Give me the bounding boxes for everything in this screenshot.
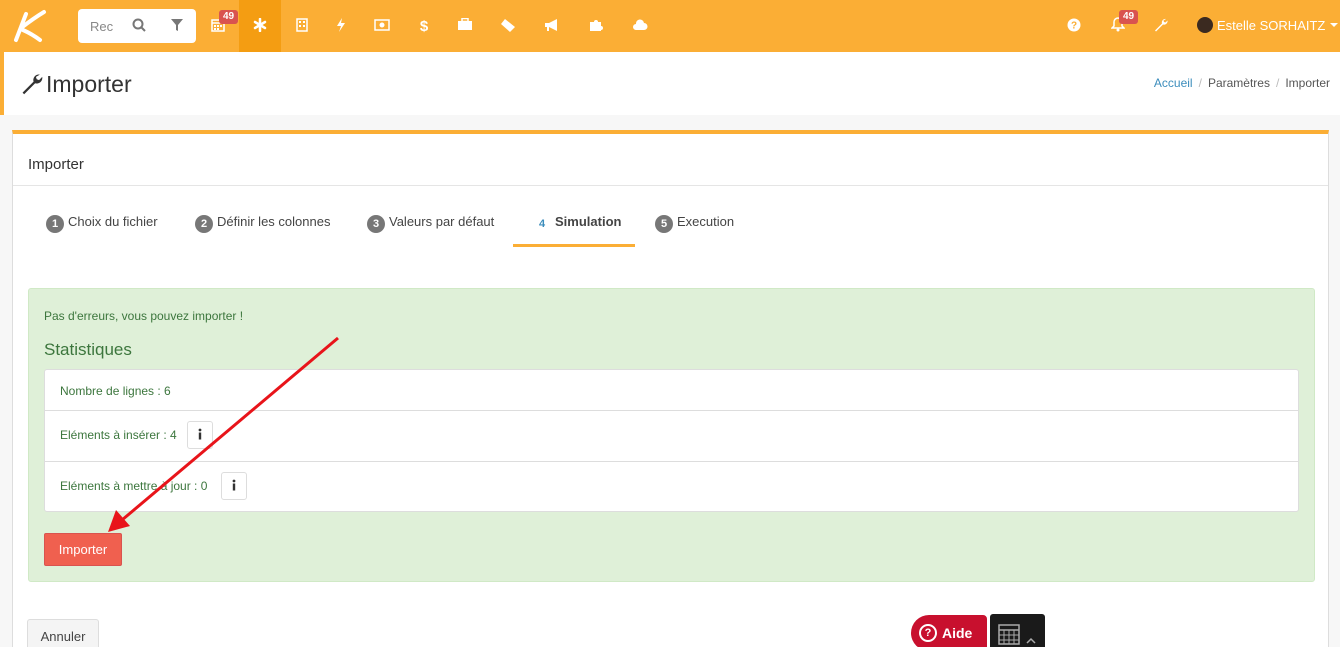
user-name: Estelle SORHAITZ	[1217, 17, 1326, 33]
tab-simulation[interactable]: 4 Simulation	[533, 214, 622, 244]
nav-finance[interactable]: $	[403, 0, 445, 52]
breadcrumb-current: Importer	[1285, 76, 1330, 90]
breadcrumb-separator: /	[1275, 76, 1280, 90]
ticket-icon	[500, 18, 516, 35]
tab-label: Choix du fichier	[68, 214, 158, 229]
nav-calendar[interactable]: 49	[197, 0, 239, 52]
chevron-down-icon	[1330, 23, 1339, 27]
question-icon: ?	[919, 624, 937, 642]
stat-line-count: Nombre de lignes : 6	[60, 384, 171, 398]
calendar-widget-button[interactable]	[990, 614, 1045, 647]
step-number: 4	[538, 218, 546, 230]
insert-info-button[interactable]	[187, 421, 213, 449]
top-navbar: Rec 49 $ ? 49 Estelle SORHAITZ	[0, 0, 1340, 52]
bolt-icon	[336, 17, 346, 35]
question-icon: ?	[1067, 18, 1081, 35]
stats-list: Nombre de lignes : 6 Eléments à insérer …	[44, 369, 1299, 512]
step-number: 5	[655, 215, 673, 233]
tab-definir-les-colonnes[interactable]: 2 Définir les colonnes	[195, 214, 330, 244]
briefcase-icon	[457, 17, 473, 34]
search-input[interactable]: Rec	[90, 19, 113, 34]
bullhorn-icon	[544, 18, 560, 35]
page-header: Importer Accueil / Paramètres / Importer	[0, 52, 1340, 115]
info-icon	[231, 479, 237, 494]
money-icon	[374, 18, 390, 34]
tab-label: Valeurs par défaut	[389, 214, 495, 229]
puzzle-icon	[589, 18, 603, 35]
stat-insert-count: Eléments à insérer : 4	[60, 428, 177, 442]
search-box[interactable]: Rec	[78, 9, 196, 43]
search-icon[interactable]	[132, 18, 146, 35]
help-label: Aide	[942, 625, 973, 641]
tab-label: Execution	[677, 214, 735, 229]
divider	[13, 185, 1328, 186]
dollar-icon: $	[419, 17, 429, 35]
nav-activity[interactable]	[320, 0, 362, 52]
svg-text:?: ?	[1071, 20, 1077, 31]
breadcrumb: Accueil / Paramètres / Importer	[1154, 76, 1330, 90]
wrench-icon	[1154, 18, 1168, 35]
nav-settings[interactable]	[239, 0, 281, 52]
chevron-up-icon	[1026, 632, 1036, 647]
import-panel: Importer 1 Choix du fichier 2 Définir le…	[12, 130, 1329, 647]
notifications-badge: 49	[1119, 10, 1139, 24]
breadcrumb-separator: /	[1198, 76, 1202, 90]
calendar-icon	[998, 622, 1020, 647]
building-icon	[296, 17, 308, 35]
help-button[interactable]: ? Aide	[911, 615, 987, 647]
user-menu[interactable]: Estelle SORHAITZ	[1197, 17, 1339, 33]
step-number: 1	[46, 215, 64, 233]
update-info-button[interactable]	[221, 472, 247, 500]
tab-valeurs-par-defaut[interactable]: 3 Valeurs par défaut	[367, 214, 494, 244]
nav-campaigns[interactable]	[531, 0, 573, 52]
list-item: Nombre de lignes : 6	[45, 370, 1298, 411]
breadcrumb-home[interactable]: Accueil	[1154, 76, 1193, 90]
stats-heading: Statistiques	[44, 340, 132, 359]
nav-tools[interactable]	[1140, 0, 1182, 52]
cancel-button[interactable]: Annuler	[27, 619, 99, 647]
avatar	[1197, 17, 1213, 33]
info-icon	[197, 428, 203, 443]
step-number: 2	[195, 215, 213, 233]
tab-label: Simulation	[555, 214, 622, 229]
nav-projects[interactable]	[444, 0, 486, 52]
nav-help[interactable]: ?	[1053, 0, 1095, 52]
app-logo[interactable]	[10, 8, 50, 44]
tab-label: Définir les colonnes	[217, 214, 331, 229]
tab-choix-du-fichier[interactable]: 1 Choix du fichier	[46, 214, 158, 244]
step-number: 3	[367, 215, 385, 233]
nav-cloud[interactable]	[619, 0, 661, 52]
filter-icon[interactable]	[170, 18, 184, 35]
nav-notifications[interactable]: 49	[1097, 0, 1139, 52]
alert-message: Pas d'erreurs, vous pouvez importer !	[44, 309, 244, 323]
cloud-icon	[632, 18, 648, 34]
panel-title: Importer	[28, 156, 84, 173]
list-item: Eléments à insérer : 4	[45, 411, 1298, 462]
wrench-icon	[21, 73, 43, 98]
tab-execution[interactable]: 5 Execution	[655, 214, 734, 244]
asterisk-icon	[253, 17, 267, 35]
success-alert: Pas d'erreurs, vous pouvez importer ! St…	[28, 288, 1315, 582]
active-tab-indicator	[513, 244, 635, 247]
nav-tickets[interactable]	[487, 0, 529, 52]
stat-update-count: Eléments à mettre à jour : 0	[60, 479, 208, 493]
nav-documents[interactable]	[281, 0, 323, 52]
nav-modules[interactable]	[575, 0, 617, 52]
page-title: Importer	[46, 71, 132, 97]
breadcrumb-settings[interactable]: Paramètres	[1208, 76, 1270, 90]
calendar-badge: 49	[219, 10, 239, 24]
import-button[interactable]: Importer	[44, 533, 122, 566]
nav-payments[interactable]	[361, 0, 403, 52]
list-item: Eléments à mettre à jour : 0	[45, 462, 1298, 513]
